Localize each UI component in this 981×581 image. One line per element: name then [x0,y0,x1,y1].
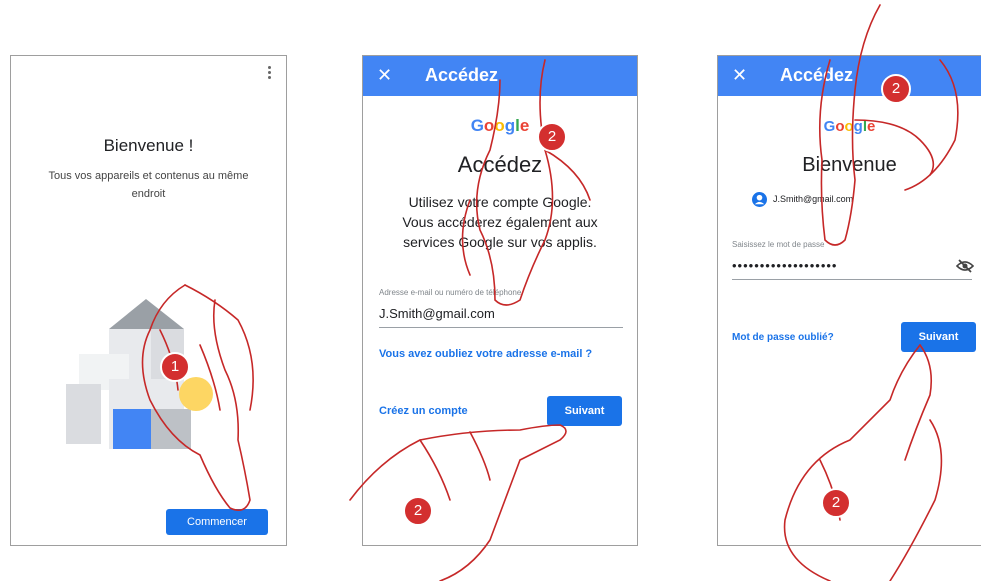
password-screen: ✕ Accédez Google Bienvenue J.Smith@gmail… [717,55,981,546]
close-icon[interactable]: ✕ [732,65,747,86]
logo-letter: G [823,118,836,135]
welcome-subtitle-line1: Tous vos appareils et contenus au même [48,170,249,182]
forgot-email-link[interactable]: Vous avez oubliez votre adresse e-mail ? [379,348,592,360]
email-signin-screen: ✕ Accédez Google Accédez Utilisez votre … [362,55,638,546]
step-badge-1: 1 [160,352,190,382]
logo-letter: g [853,118,863,135]
logo-letter: g [504,116,516,135]
signin-body-line2: Vous accéderez également aux [402,214,598,230]
logo-letter: G [470,116,484,135]
password-field[interactable]: ••••••••••••••••••• [732,258,972,280]
app-bar-title: Accédez [425,65,499,85]
more-options-icon[interactable] [268,66,272,80]
create-account-link[interactable]: Créez un compte [379,405,468,417]
welcome-subtitle-line2: endroit [131,188,166,200]
signin-body-line3: services Google sur vos applis. [403,234,597,250]
step-badge-2: 2 [537,122,567,152]
forgot-password-link[interactable]: Mot de passe oublié? [732,332,834,343]
step-badge-2: 2 [881,74,911,104]
welcome-title: Bienvenue ! [103,136,194,155]
logo-letter: o [844,118,854,135]
signin-body-line1: Utilisez votre compte Google. [408,194,592,210]
welcome-heading: Bienvenue [802,154,897,176]
password-field-label: Saisissez le mot de passe [732,240,825,249]
email-field-label: Adresse e-mail ou numéro de téléphone [379,288,522,297]
logo-letter: o [494,116,505,135]
welcome-screen: Bienvenue ! Tous vos appareils et conten… [10,55,287,546]
account-email: J.Smith@gmail.com [773,194,854,204]
account-chip[interactable]: J.Smith@gmail.com [752,190,853,208]
home-illustration [66,299,213,449]
logo-letter: e [867,118,876,135]
start-button[interactable]: Commencer [166,509,268,535]
eye-off-icon[interactable] [956,259,974,273]
app-bar-title: Accédez [780,65,854,85]
logo-letter: e [519,116,530,135]
app-bar: ✕ Accédez [363,56,637,96]
google-logo: Google [363,116,637,136]
app-bar: ✕ Accédez [718,56,981,96]
step-badge-2: 2 [403,496,433,526]
step-badge-2: 2 [821,488,851,518]
google-logo: Google [718,118,981,135]
logo-letter: o [483,116,495,135]
close-icon[interactable]: ✕ [377,65,392,86]
next-button[interactable]: Suivant [547,396,622,426]
signin-heading: Accédez [457,152,543,177]
account-circle-icon [752,191,767,207]
next-button[interactable]: Suivant [901,322,976,352]
email-field[interactable]: J.Smith@gmail.com [379,306,623,328]
